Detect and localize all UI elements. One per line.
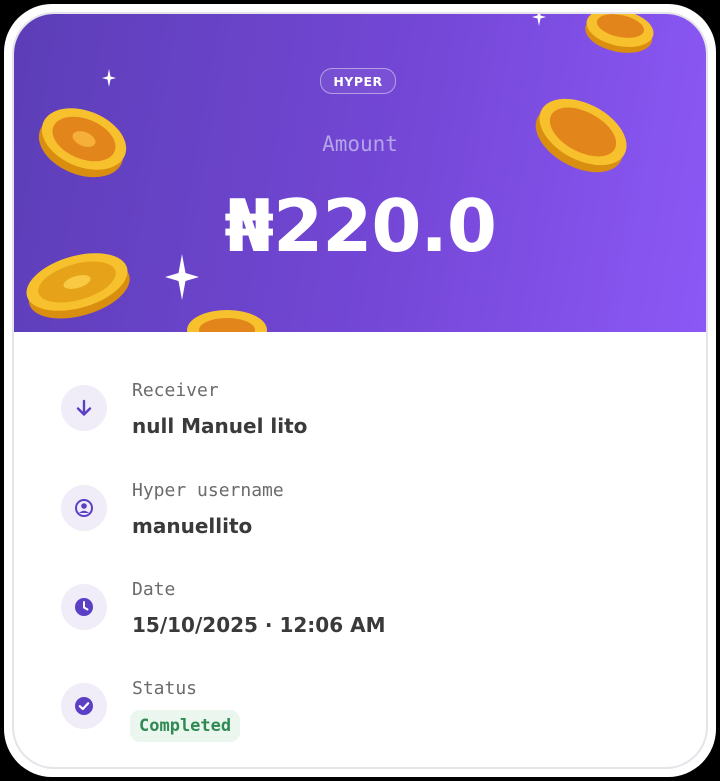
transaction-receipt-card: HYPER Amount ₦220.0 Receiver null Manuel… — [14, 14, 706, 767]
status-label: Status — [132, 678, 198, 699]
coin-illustration-top-right — [585, 14, 654, 53]
sparkle-icon — [102, 69, 116, 87]
amount-label: Amount — [322, 132, 398, 156]
status-badge: Completed — [130, 710, 241, 742]
hyper-logo: HYPER — [320, 68, 396, 94]
amount-value: ₦220.0 — [224, 184, 497, 268]
receiver-label: Receiver — [132, 380, 219, 401]
arrow-down-icon — [76, 399, 92, 416]
clock-icon — [75, 598, 93, 616]
amount-header: HYPER Amount ₦220.0 — [14, 14, 706, 332]
check-circle-icon — [75, 697, 93, 715]
date-value: 15/10/2025 · 12:06 AM — [132, 613, 386, 637]
user-circle-icon — [75, 499, 93, 517]
date-icon-badge — [61, 584, 107, 630]
username-row: Hyper username manuellito — [14, 462, 706, 542]
sparkle-icon — [532, 14, 546, 26]
transaction-details: Receiver null Manuel lito Hyper username… — [14, 332, 706, 767]
status-row: Status Completed — [14, 660, 706, 742]
coin-illustration-center-bottom — [187, 310, 267, 332]
username-value: manuellito — [132, 514, 253, 538]
username-label: Hyper username — [132, 480, 284, 501]
date-row: Date 15/10/2025 · 12:06 AM — [14, 561, 706, 641]
receiver-value: null Manuel lito — [132, 414, 308, 438]
status-icon-badge — [61, 683, 107, 729]
receiver-row: Receiver null Manuel lito — [14, 362, 706, 442]
receiver-icon-badge — [61, 385, 107, 431]
date-label: Date — [132, 579, 176, 600]
username-icon-badge — [61, 485, 107, 531]
